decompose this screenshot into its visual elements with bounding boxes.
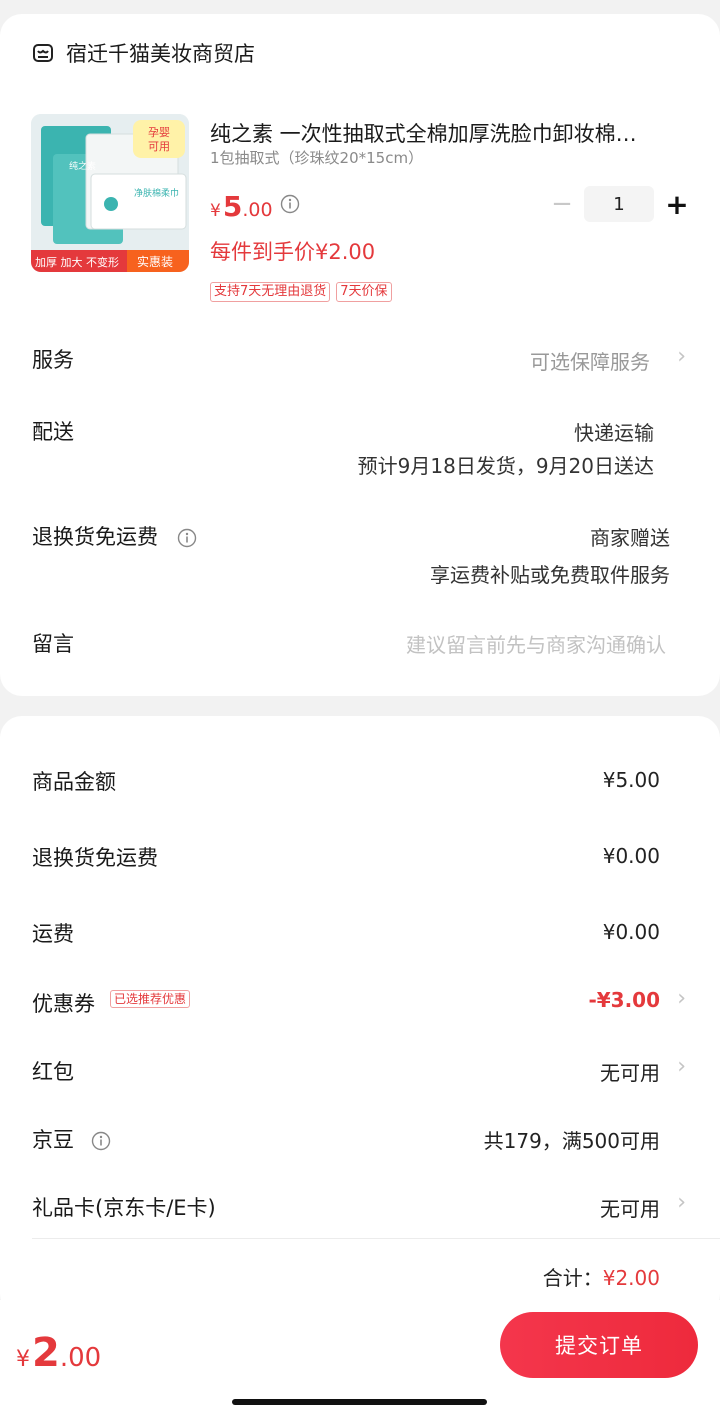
shop-name: 宿迁千猫美妆商贸店: [66, 42, 255, 66]
coupon-value[interactable]: -¥3.00: [588, 988, 660, 1012]
total-label: 合计：: [542, 1266, 603, 1290]
shop-header[interactable]: 宿迁千猫美妆商贸店: [32, 38, 255, 68]
service-label: 服务: [32, 348, 74, 372]
return-fee-value: ¥0.00: [602, 844, 660, 868]
total-row: 合计：¥2.00: [543, 1262, 660, 1291]
bottom-bar: ¥ 2 .00 提交订单: [0, 1300, 720, 1417]
info-icon[interactable]: [280, 194, 300, 214]
red-packet-label: 红包: [32, 1060, 74, 1084]
increase-button[interactable]: +: [662, 188, 692, 221]
shipping-label: 运费: [32, 922, 74, 946]
bottom-total-integer: 2: [32, 1330, 60, 1376]
bottom-total: ¥ 2 .00: [16, 1330, 101, 1376]
return-free-text: 退换货免运费: [32, 525, 158, 549]
bottom-total-symbol: ¥: [16, 1347, 30, 1372]
delivery-label: 配送: [32, 420, 74, 444]
delivery-method[interactable]: 快递运输: [574, 417, 654, 446]
quantity-input[interactable]: 1: [584, 186, 654, 222]
coupon-label: 优惠券: [32, 992, 95, 1016]
badge-text-1: 孕婴: [148, 126, 170, 139]
quantity-stepper: − 1 +: [548, 186, 692, 222]
per-item-price: 每件到手价¥2.00: [210, 240, 376, 264]
gift-card-value[interactable]: 无可用: [600, 1193, 660, 1222]
pack-text: 净肤棉柔巾: [134, 187, 179, 199]
price-decimal: .00: [242, 199, 273, 221]
submit-order-button[interactable]: 提交订单: [500, 1312, 698, 1378]
price-integer: 5: [222, 190, 243, 223]
message-input[interactable]: 建议留言前先与商家沟通确认: [406, 629, 666, 658]
jingdou-value: 共179，满500可用: [483, 1129, 660, 1153]
return-free-label: 退换货免运费: [32, 521, 197, 551]
summary-divider: [32, 1238, 720, 1239]
tag-return: 支持7天无理由退货: [210, 282, 331, 302]
gift-card-chevron-icon[interactable]: ›: [677, 1190, 686, 1215]
total-value: ¥2.00: [602, 1266, 660, 1290]
shipping-value: ¥0.00: [602, 920, 660, 944]
order-card: 宿迁千猫美妆商贸店 孕婴 可用 净肤棉柔巾 纯之素 加厚 加大 不变形 实惠装 …: [0, 14, 720, 696]
goods-amount-value: ¥5.00: [602, 768, 660, 792]
label-left: 加厚 加大 不变形: [35, 255, 119, 269]
service-value[interactable]: 可选保障服务: [530, 346, 650, 375]
tag-price-protect: 7天价保: [336, 282, 392, 302]
return-info-icon[interactable]: [177, 528, 197, 548]
jingdou-info-icon[interactable]: [91, 1131, 111, 1151]
red-packet-chevron-icon[interactable]: ›: [677, 1054, 686, 1079]
jingdou-text: 京豆: [32, 1128, 74, 1152]
return-free-value: 商家赠送: [590, 526, 670, 550]
bottom-total-decimal: .00: [59, 1343, 102, 1373]
return-fee-label: 退换货免运费: [32, 846, 158, 870]
gift-card-label: 礼品卡(京东卡/E卡): [32, 1196, 216, 1220]
product-title[interactable]: 纯之素 一次性抽取式全棉加厚洗脸巾卸妆棉…: [210, 118, 682, 148]
jingdou-label: 京豆: [32, 1124, 111, 1154]
product-image[interactable]: 孕婴 可用 净肤棉柔巾 纯之素 加厚 加大 不变形 实惠装: [31, 114, 189, 272]
return-free-sub: 享运费补贴或免费取件服务: [430, 563, 670, 587]
shop-icon: [33, 44, 53, 62]
delivery-estimate: 预计9月18日发货，9月20日送达: [357, 454, 654, 478]
service-chevron-icon[interactable]: ›: [677, 344, 686, 369]
product-photo: 孕婴 可用 净肤棉柔巾 纯之素 加厚 加大 不变形 实惠装: [31, 114, 189, 272]
badge-text-2: 可用: [148, 140, 170, 153]
coupon-chevron-icon[interactable]: ›: [677, 986, 686, 1011]
coupon-badge: 已选推荐优惠: [110, 990, 191, 1008]
product-tags: 支持7天无理由退货 7天价保: [210, 282, 392, 302]
red-packet-value[interactable]: 无可用: [600, 1057, 660, 1086]
home-indicator[interactable]: [232, 1399, 487, 1405]
product-spec[interactable]: 1包抽取式（珍珠纹20*15cm）: [210, 147, 423, 168]
decrease-button[interactable]: −: [548, 189, 576, 219]
price-symbol: ¥: [210, 201, 221, 221]
brand-text: 纯之素: [69, 160, 96, 172]
label-right: 实惠装: [137, 254, 173, 269]
message-label: 留言: [32, 632, 74, 656]
product-price: ¥ 5 .00: [210, 190, 273, 223]
summary-card: 商品金额 ¥5.00 退换货免运费 ¥0.00 运费 ¥0.00 优惠券 已选推…: [0, 716, 720, 1316]
goods-amount-label: 商品金额: [32, 770, 116, 794]
